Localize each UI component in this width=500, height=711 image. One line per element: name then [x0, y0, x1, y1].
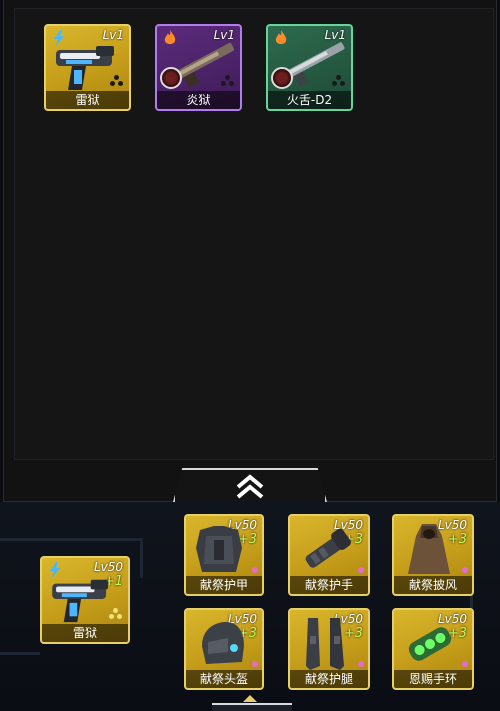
weapon-name: 火舌-D2	[268, 91, 351, 109]
quality-dot	[358, 661, 364, 667]
selection-marker	[243, 695, 257, 702]
equip-name: 献祭披风	[394, 576, 472, 594]
equip-name: 恩赐手环	[394, 670, 472, 688]
decorative-line	[0, 538, 140, 541]
equip-slot-leg-guard[interactable]: Lv50 +3 献祭护腿	[288, 608, 370, 690]
equip-slot-bracelet[interactable]: Lv50 +3 恩赐手环	[392, 608, 474, 690]
equip-name: 献祭护腿	[290, 670, 368, 688]
weapon-name: 炎狱	[157, 91, 240, 109]
equip-slot-armor[interactable]: Lv50 +3 献祭护甲	[184, 514, 264, 596]
quality-dot	[252, 661, 258, 667]
quality-dot	[358, 567, 364, 573]
leg-guard-icon	[306, 618, 344, 670]
rarity-dots	[332, 75, 346, 87]
quality-dot	[462, 661, 468, 667]
quality-dot	[462, 567, 468, 573]
equipped-name: 雷狱	[42, 624, 128, 642]
double-chevron-up-icon	[236, 474, 264, 499]
weapon-grid: Lv1 雷狱 Lv1 炎狱 Lv1 火舌-D2	[14, 8, 494, 460]
owner-avatar	[160, 67, 182, 89]
bottom-tab[interactable]	[212, 703, 292, 711]
rarity-dots	[221, 75, 235, 87]
collapse-panel-button[interactable]	[173, 468, 327, 502]
weapon-inventory-panel: Lv1 雷狱 Lv1 炎狱 Lv1 火舌-D2	[3, 0, 497, 502]
equip-slot-cloak[interactable]: Lv50 +3 献祭披风	[392, 514, 474, 596]
cloak-icon	[408, 524, 450, 574]
equip-slot-helmet[interactable]: Lv50 +3 献祭头盔	[184, 608, 264, 690]
weapon-name: 雷狱	[46, 91, 129, 109]
gauntlet-icon	[305, 528, 351, 568]
owner-avatar	[271, 67, 293, 89]
decorative-line	[140, 538, 143, 578]
equip-name: 献祭头盔	[186, 670, 262, 688]
weapon-card-yanyu[interactable]: Lv1 炎狱	[155, 24, 242, 111]
equip-name: 献祭护甲	[186, 576, 262, 594]
armor-icon	[196, 526, 242, 572]
equipped-level: Lv50	[93, 560, 123, 574]
equip-slot-gauntlet[interactable]: Lv50 +3 献祭护手	[288, 514, 370, 596]
bracelet-icon	[408, 627, 452, 661]
weapon-card-huoshe-d2[interactable]: Lv1 火舌-D2	[266, 24, 353, 111]
pistol-icon	[52, 579, 108, 623]
weapon-card-leiyu[interactable]: Lv1 雷狱	[44, 24, 131, 111]
quality-dot	[252, 567, 258, 573]
decorative-line	[0, 652, 40, 655]
equipped-weapon-card[interactable]: Lv50 +1 雷狱	[40, 556, 130, 644]
rarity-dots	[109, 608, 123, 620]
helmet-icon	[202, 622, 244, 664]
equip-name: 献祭护手	[290, 576, 368, 594]
rarity-dots	[110, 75, 124, 87]
